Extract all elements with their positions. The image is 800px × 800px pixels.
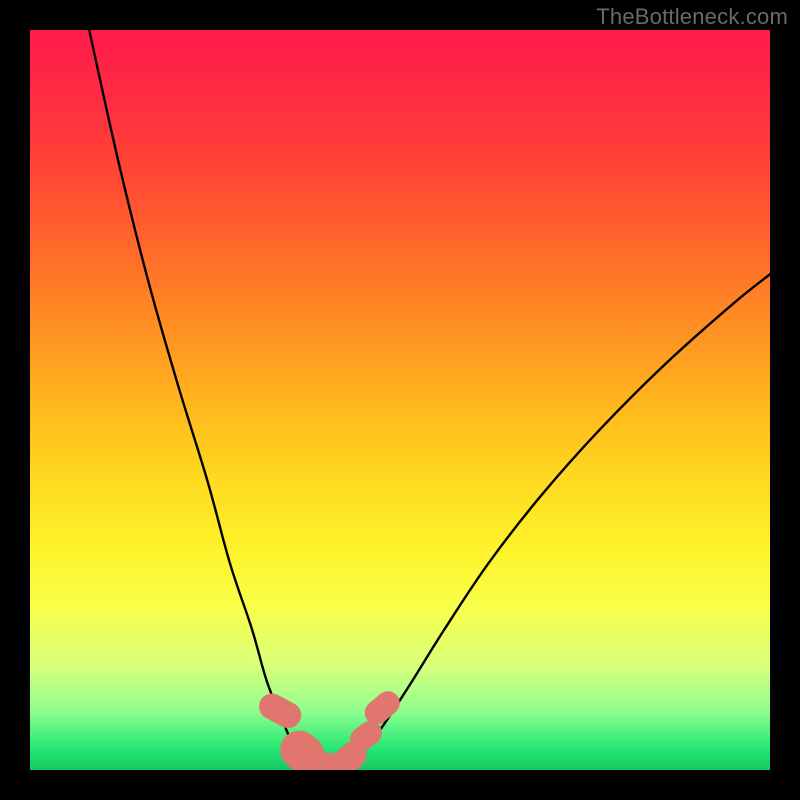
plot-area (30, 30, 770, 770)
chart-overlay-svg (30, 30, 770, 770)
chart-frame: TheBottleneck.com (0, 0, 800, 800)
marker-left-cluster-upper (254, 689, 305, 733)
curve-group (89, 30, 770, 770)
series-right-branch (341, 274, 770, 768)
watermark-text: TheBottleneck.com (596, 4, 788, 30)
series-left-branch (89, 30, 311, 769)
